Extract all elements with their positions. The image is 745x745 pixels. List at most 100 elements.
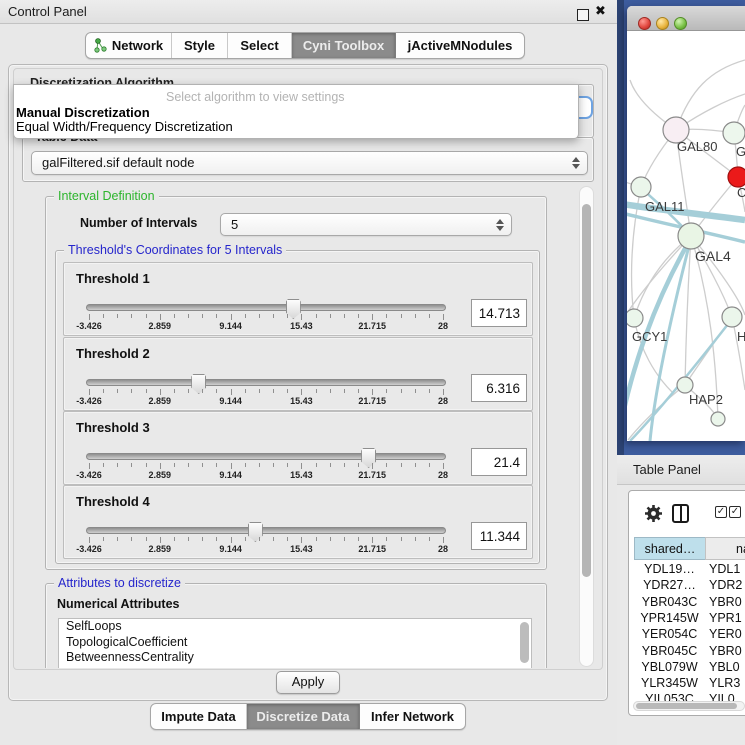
- float-panel-button[interactable]: [577, 9, 589, 21]
- close-panel-icon[interactable]: ✖: [595, 3, 606, 19]
- tab-select[interactable]: Select: [228, 33, 292, 58]
- attribute-list-item[interactable]: BetweennessCentrality: [59, 650, 531, 666]
- threshold-slider-track[interactable]: [86, 453, 446, 460]
- settings-scrollbar-thumb[interactable]: [582, 204, 591, 577]
- tab-network[interactable]: Network: [86, 33, 172, 58]
- window-minimize-button[interactable]: [656, 17, 669, 30]
- cell-name[interactable]: YPR1: [709, 611, 745, 625]
- cell-shared-name[interactable]: YPR145W: [634, 611, 705, 625]
- cell-name[interactable]: YBR0: [709, 644, 745, 658]
- table-row[interactable]: YER054C YER0: [629, 627, 745, 643]
- cell-shared-name[interactable]: YDR27…: [634, 578, 705, 592]
- tab-impute-data-label: Impute Data: [161, 709, 235, 724]
- slider-tick: [443, 463, 444, 469]
- checkbox-icon[interactable]: ✓: [715, 506, 727, 518]
- network-window-titlebar[interactable]: [627, 6, 745, 31]
- table-hscrollbar-thumb[interactable]: [636, 703, 737, 709]
- attribute-list-item[interactable]: TopologicalCoefficient: [59, 635, 531, 651]
- slider-tick-label: 28: [438, 470, 448, 480]
- node-selected-red[interactable]: [728, 167, 745, 187]
- cell-shared-name[interactable]: YER054C: [634, 627, 705, 641]
- node-gal4[interactable]: [678, 223, 704, 249]
- settings-scrollbar[interactable]: [579, 186, 594, 667]
- table-row[interactable]: YDR27… YDR2: [629, 578, 745, 594]
- table-row[interactable]: YLR345W YLR3: [629, 676, 745, 692]
- column-header-shared-name[interactable]: shared…: [634, 537, 706, 560]
- table-row[interactable]: YBR043C YBR0: [629, 595, 745, 611]
- algorithm-item-equal-width[interactable]: Equal Width/Frequency Discretization: [16, 119, 233, 134]
- tab-infer-network[interactable]: Infer Network: [360, 704, 465, 729]
- slider-tick-label: 2.859: [149, 544, 172, 554]
- tab-style-label: Style: [184, 38, 215, 53]
- table-data-combobox[interactable]: galFiltered.sif default node: [31, 151, 588, 175]
- column-header-name[interactable]: name: [705, 537, 745, 560]
- threshold-value-field[interactable]: 11.344: [471, 522, 527, 550]
- slider-tick: [358, 389, 359, 393]
- cell-name[interactable]: YLR3: [709, 676, 745, 690]
- threshold-value-field[interactable]: 21.4: [471, 448, 527, 476]
- node-gcy1[interactable]: [627, 309, 643, 327]
- numerical-attributes-label: Numerical Attributes: [57, 597, 179, 611]
- node-h[interactable]: [722, 307, 742, 327]
- cell-name[interactable]: YBL0: [709, 660, 745, 674]
- table-row[interactable]: YPR145W YPR1: [629, 611, 745, 627]
- tab-style[interactable]: Style: [172, 33, 228, 58]
- slider-tick: [287, 314, 288, 318]
- table-row[interactable]: YDL19… YDL1: [629, 562, 745, 578]
- slider-tick-label: 15.43: [290, 470, 313, 480]
- tab-jactivemnodules-label: jActiveMNodules: [408, 38, 513, 53]
- threshold-slider-track[interactable]: [86, 304, 446, 311]
- slider-tick: [103, 389, 104, 393]
- attribute-list-item[interactable]: SelfLoops: [59, 619, 531, 635]
- tab-jactivemnodules[interactable]: jActiveMNodules: [396, 33, 524, 58]
- node-hap2[interactable]: [677, 377, 693, 393]
- num-intervals-value: 5: [231, 217, 238, 232]
- numerical-attributes-list[interactable]: SelfLoopsTopologicalCoefficientBetweenne…: [58, 618, 532, 668]
- cell-shared-name[interactable]: YDL19…: [634, 562, 705, 576]
- slider-tick: [117, 389, 118, 393]
- cell-shared-name[interactable]: YBL079W: [634, 660, 705, 674]
- cell-shared-name[interactable]: YLR345W: [634, 676, 705, 690]
- tab-discretize-data[interactable]: Discretize Data: [247, 704, 360, 729]
- cell-name[interactable]: YBR0: [709, 595, 745, 609]
- table-hscrollbar[interactable]: [633, 701, 745, 711]
- cell-name[interactable]: YER0: [709, 627, 745, 641]
- apply-button[interactable]: Apply: [276, 671, 340, 694]
- slider-tick-label: 28: [438, 544, 448, 554]
- threshold-slider-track[interactable]: [86, 527, 446, 534]
- threshold-slider-thumb[interactable]: [361, 448, 376, 468]
- threshold-value-field[interactable]: 6.316: [471, 374, 527, 402]
- control-panel: Control Panel ✖ Network Style Select: [0, 0, 617, 745]
- node-gal11[interactable]: [631, 177, 651, 197]
- table-row[interactable]: YBR045C YBR0: [629, 644, 745, 660]
- cell-name[interactable]: YDL1: [709, 562, 745, 576]
- network-nodes[interactable]: [627, 117, 745, 426]
- cell-shared-name[interactable]: YBR043C: [634, 595, 705, 609]
- window-zoom-button[interactable]: [674, 17, 687, 30]
- algorithm-placeholder-item[interactable]: Select algorithm to view settings: [166, 90, 345, 104]
- tab-impute-data[interactable]: Impute Data: [151, 704, 247, 729]
- threshold-value-field[interactable]: 14.713: [471, 299, 527, 327]
- cell-shared-name[interactable]: YBR045C: [634, 644, 705, 658]
- threshold-slider-thumb[interactable]: [191, 374, 206, 394]
- list-scrollbar-thumb[interactable]: [520, 622, 529, 663]
- num-intervals-combobox[interactable]: 5: [220, 213, 512, 236]
- threshold-panel: Threshold 2 6.316 -3.4262.8599.14415.432…: [63, 337, 533, 411]
- cell-name[interactable]: YDR2: [709, 578, 745, 592]
- slider-tick: [386, 463, 387, 467]
- network-canvas[interactable]: GAL80 GA C GAL11 GAL4 GCY1 H HAP2: [627, 30, 745, 441]
- slider-tick-label: 21.715: [358, 544, 386, 554]
- gear-icon[interactable]: [644, 504, 663, 523]
- window-close-button[interactable]: [638, 17, 651, 30]
- node-ga[interactable]: [723, 122, 745, 144]
- table-row[interactable]: YBL079W YBL0: [629, 660, 745, 676]
- tab-cyni-toolbox[interactable]: Cyni Toolbox: [292, 33, 396, 58]
- threshold-slider-track[interactable]: [86, 379, 446, 386]
- slider-tick: [273, 463, 274, 467]
- algorithm-item-manual[interactable]: Manual Discretization: [16, 105, 150, 120]
- checkbox-icon[interactable]: ✓: [729, 506, 741, 518]
- node-partial[interactable]: [711, 412, 725, 426]
- split-columns-icon[interactable]: [672, 504, 689, 523]
- threshold-slider-thumb[interactable]: [248, 522, 263, 542]
- slider-tick: [429, 389, 430, 393]
